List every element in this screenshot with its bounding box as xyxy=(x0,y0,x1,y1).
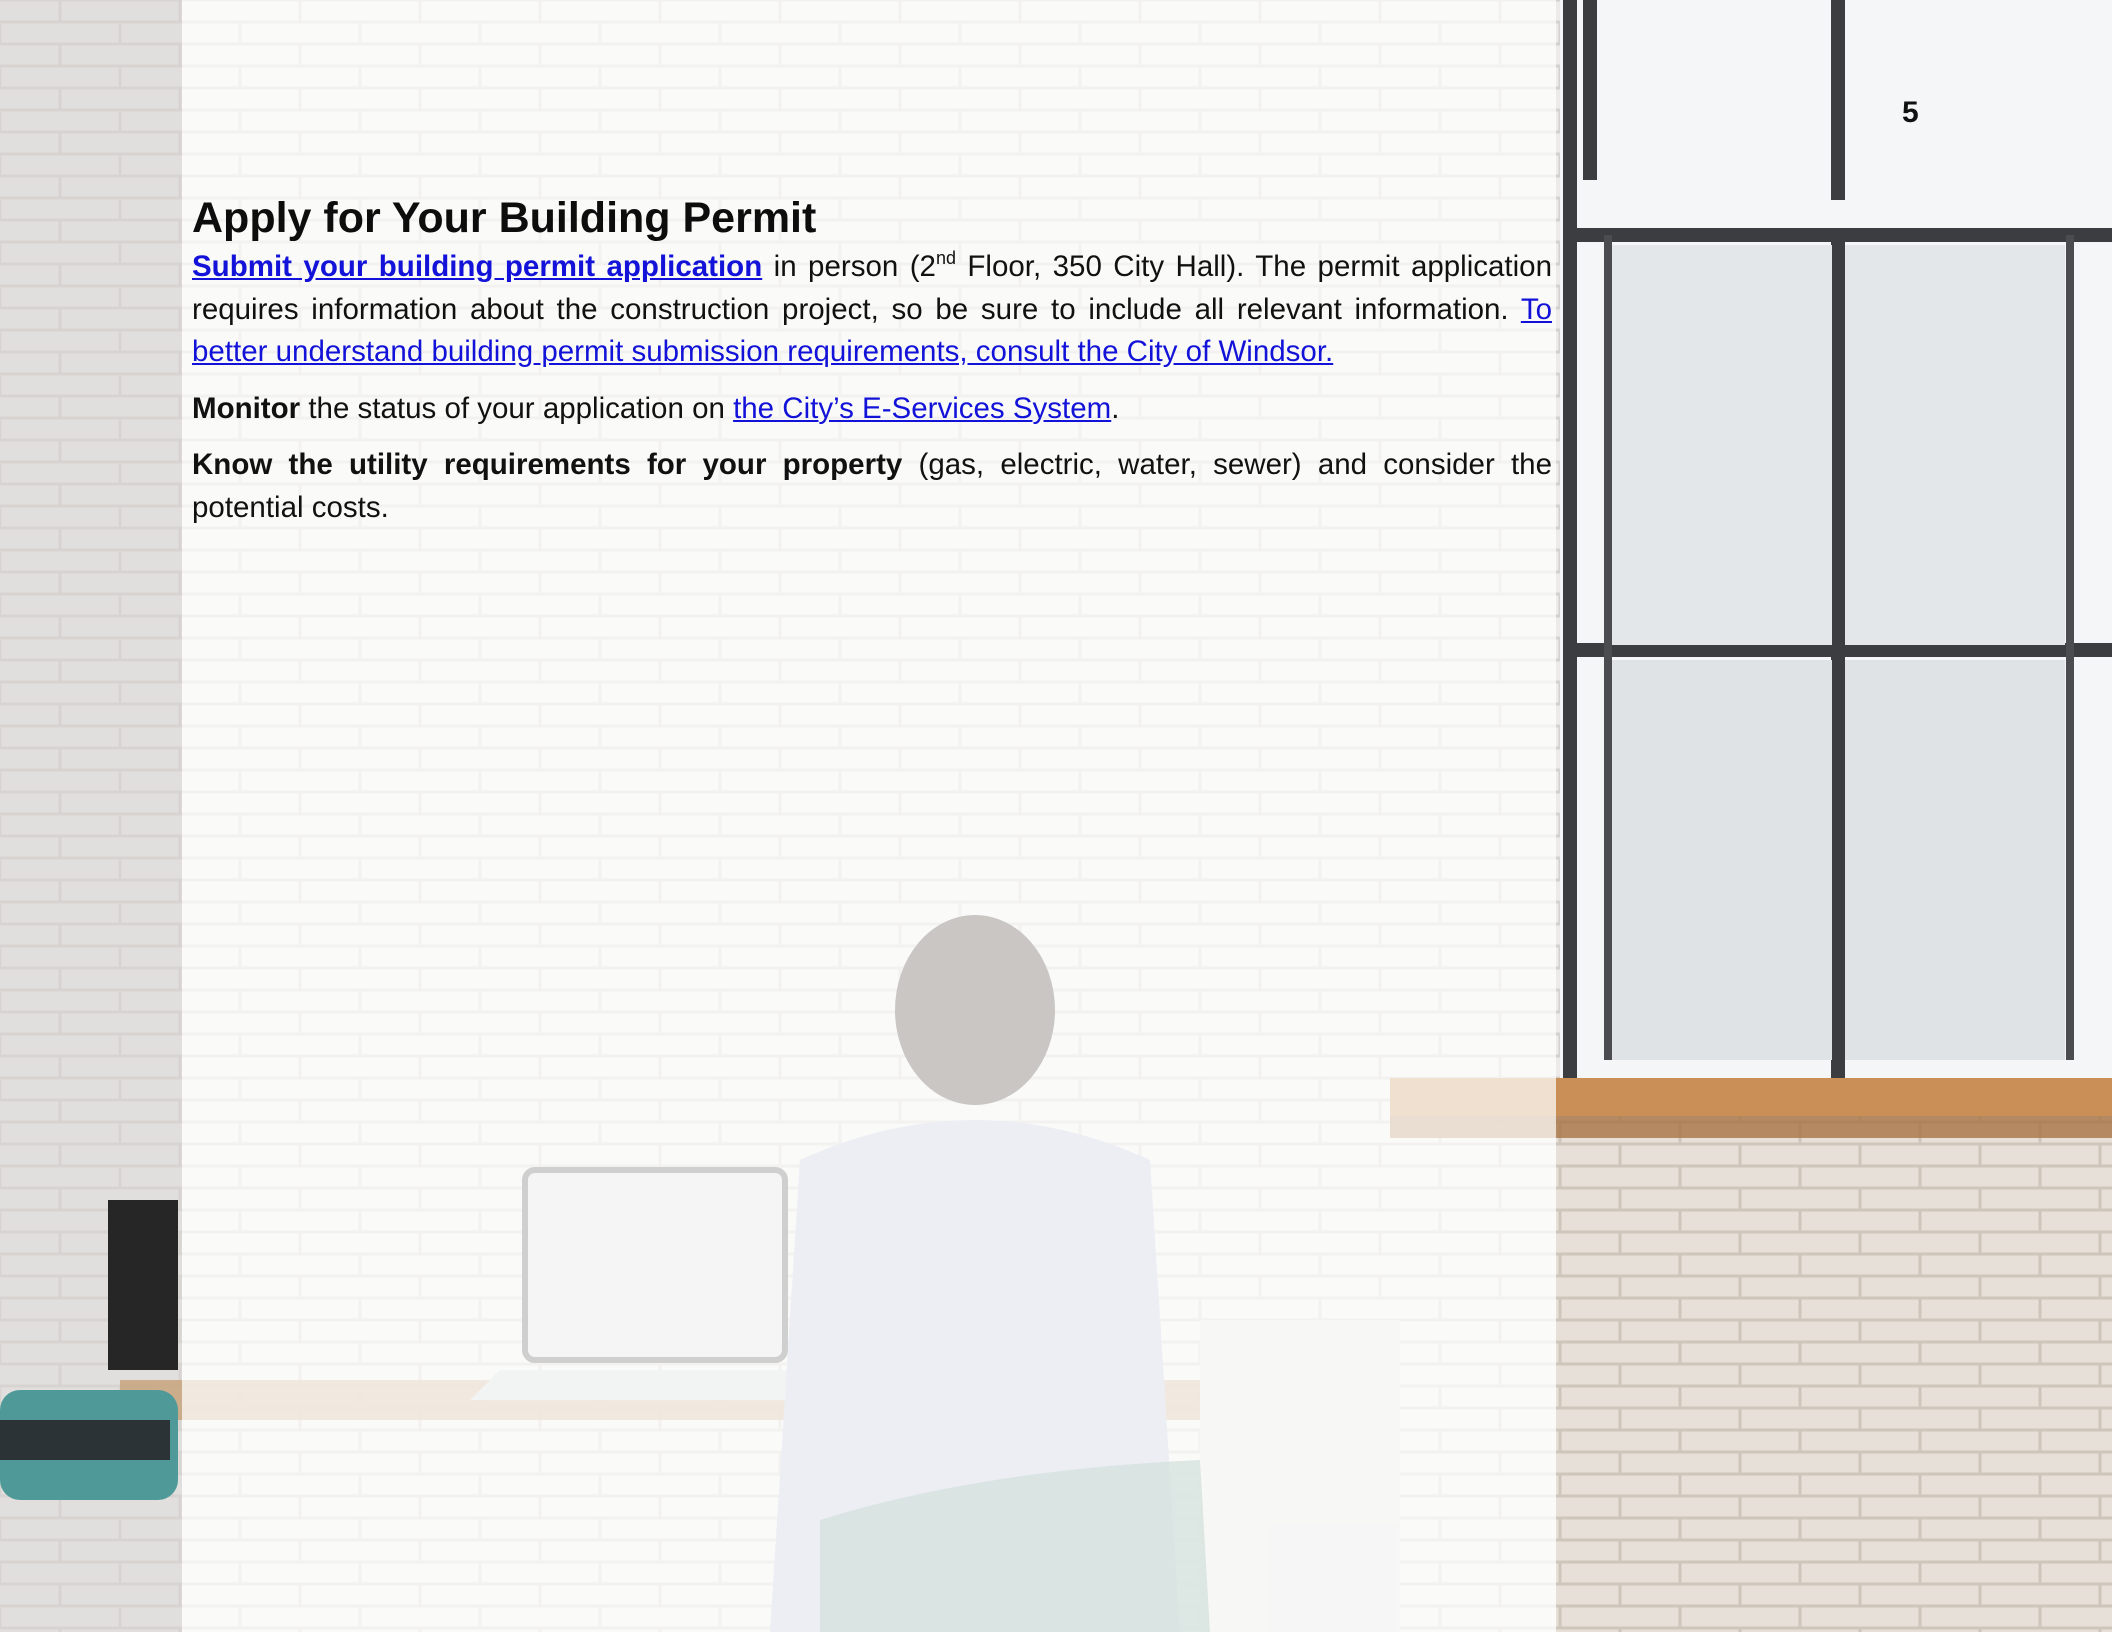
submit-application-link[interactable]: Submit your building permit application xyxy=(192,250,762,283)
e-services-link[interactable]: the City’s E-Services System xyxy=(733,392,1111,425)
page-content: Apply for Your Building Permit Submit yo… xyxy=(192,190,1552,543)
bold-lead-utility: Know the utility requirements for your p… xyxy=(192,448,903,481)
paragraph-submit-application: Submit your building permit application … xyxy=(192,246,1552,374)
paragraph-monitor-status: Monitor the status of your application o… xyxy=(192,388,1552,431)
paragraph-text: . xyxy=(1111,391,1120,425)
page-number: 5 xyxy=(1902,96,1919,129)
page-title: Apply for Your Building Permit xyxy=(192,194,817,242)
paragraph-text: the status of your application on xyxy=(300,391,734,425)
paragraph-text: in person (2 xyxy=(762,250,936,283)
paragraph-utility-requirements: Know the utility requirements for your p… xyxy=(192,444,1552,529)
bold-lead-monitor: Monitor xyxy=(192,391,301,425)
superscript-nd: nd xyxy=(935,248,956,268)
